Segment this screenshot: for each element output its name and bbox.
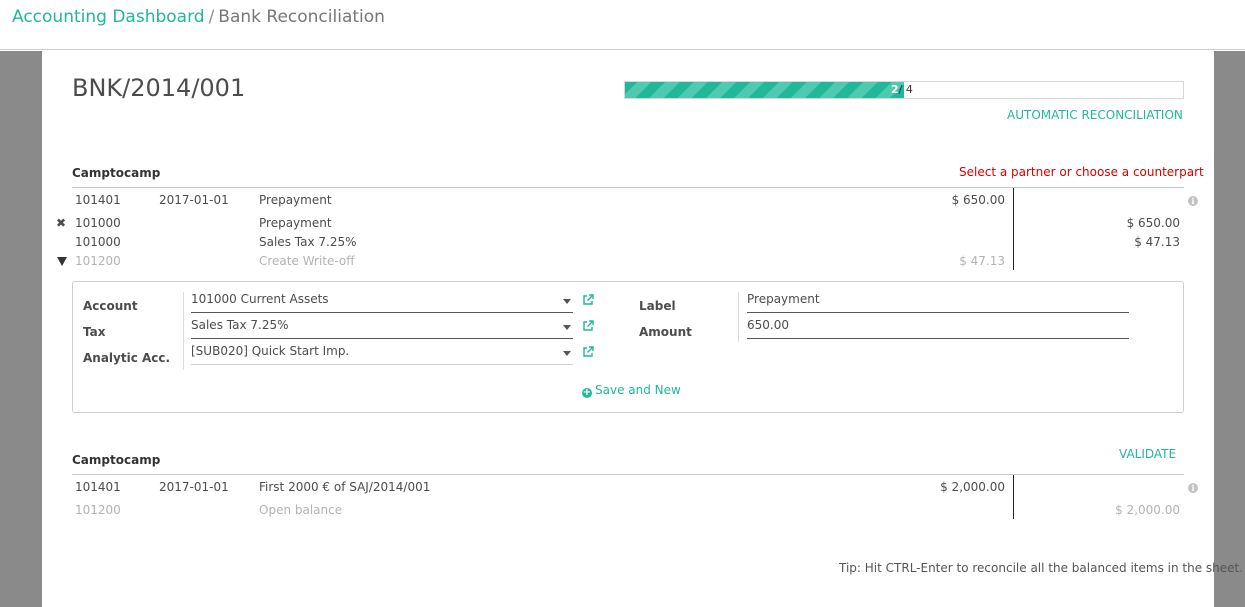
progress-sep: /: [898, 83, 903, 96]
create-writeoff-link[interactable]: Create Write-off: [259, 254, 355, 268]
save-and-new-button[interactable]: + Save and New: [582, 383, 681, 398]
line2-main-date: 2017-01-01: [159, 480, 229, 494]
progress-done: 2: [891, 83, 899, 96]
chevron-down-icon: [563, 351, 571, 356]
line1-main-account: 101401: [75, 193, 121, 207]
line1-partner[interactable]: Camptocamp: [72, 166, 160, 180]
writeoff-account[interactable]: 101200: [75, 254, 121, 268]
external-link-icon[interactable]: [582, 294, 594, 306]
external-link-icon[interactable]: [582, 320, 594, 332]
line2-divider: [72, 474, 1184, 475]
line1-row2-label[interactable]: Sales Tax 7.25%: [259, 235, 357, 249]
breadcrumb: Accounting Dashboard / Bank Reconciliation: [12, 7, 385, 27]
reconciliation-sheet: BNK/2014/001 2/ 4 AUTOMATIC RECONCILIATI…: [42, 51, 1243, 607]
line2-main-debit: $ 2,000.00: [940, 480, 1005, 494]
line2-main-label: First 2000 € of SAJ/2014/001: [259, 480, 431, 494]
analytic-account-value: [SUB020] Quick Start Imp.: [191, 344, 350, 358]
line1-row1-label[interactable]: Prepayment: [259, 216, 332, 230]
label-field-label: Label: [639, 299, 676, 313]
line1-warning: Select a partner or choose a counterpart: [959, 165, 1204, 179]
progress-total: 4: [905, 83, 913, 96]
line2-partner[interactable]: Camptocamp: [72, 453, 160, 467]
analytic-account-label: Analytic Acc.: [83, 351, 171, 365]
label-input[interactable]: Prepayment: [747, 291, 1129, 313]
breadcrumb-current: Bank Reconciliation: [218, 7, 385, 27]
reconciliation-progress-bar: 2/ 4: [624, 81, 1184, 99]
triangle-down-icon[interactable]: [57, 257, 67, 266]
info-icon[interactable]: i: [1188, 196, 1198, 206]
analytic-account-select[interactable]: [SUB020] Quick Start Imp.: [191, 343, 573, 365]
line1-main-label: Prepayment: [259, 193, 332, 207]
line1-divider: [72, 187, 1184, 188]
top-bar: Accounting Dashboard / Bank Reconciliation: [0, 0, 1245, 50]
line1-row1-credit[interactable]: $ 650.00: [1080, 216, 1180, 230]
amount-field-label: Amount: [639, 325, 692, 339]
amount-input-value: 650.00: [747, 318, 789, 332]
line2-open-credit: $ 2,000.00: [1115, 503, 1180, 517]
external-link-icon[interactable]: [582, 346, 594, 358]
line2-open-balance-label[interactable]: Open balance: [259, 503, 342, 517]
line1-balance-separator: [1013, 188, 1014, 270]
line2-balance-separator: [1013, 475, 1014, 519]
line2-open-account[interactable]: 101200: [75, 503, 121, 517]
breadcrumb-accounting-dashboard[interactable]: Accounting Dashboard: [12, 7, 205, 27]
account-select[interactable]: 101000 Current Assets: [191, 291, 573, 313]
line1-row2-credit[interactable]: $ 47.13: [1080, 235, 1180, 249]
form-separator-right: [738, 292, 739, 342]
line1-main-debit: $ 650.00: [951, 193, 1005, 207]
line1-row2-account[interactable]: 101000: [75, 235, 121, 249]
progress-text: 2/ 4: [891, 83, 913, 96]
progress-fill: [625, 82, 904, 98]
chevron-down-icon: [563, 325, 571, 330]
remove-icon[interactable]: ✖: [56, 216, 66, 230]
tax-select-value: Sales Tax 7.25%: [191, 318, 289, 332]
tax-select[interactable]: Sales Tax 7.25%: [191, 317, 573, 339]
label-input-value: Prepayment: [747, 292, 820, 306]
writeoff-debit: $ 47.13: [959, 254, 1005, 268]
amount-input[interactable]: 650.00: [747, 317, 1129, 339]
automatic-reconciliation-button[interactable]: AUTOMATIC RECONCILIATION: [1007, 108, 1183, 122]
form-separator: [183, 292, 184, 370]
plus-circle-icon: +: [582, 387, 592, 398]
line2-main-account: 101401: [75, 480, 121, 494]
writeoff-form-panel: Account 101000 Current Assets Tax Sales …: [72, 281, 1184, 413]
statement-title: BNK/2014/001: [72, 74, 246, 102]
validate-button[interactable]: VALIDATE: [1119, 447, 1176, 461]
line1-row1-account[interactable]: 101000: [75, 216, 121, 230]
info-icon[interactable]: i: [1188, 483, 1198, 493]
breadcrumb-separator: /: [208, 7, 215, 27]
chevron-down-icon: [563, 299, 571, 304]
account-select-value: 101000 Current Assets: [191, 292, 329, 306]
tax-label: Tax: [83, 325, 106, 339]
account-label: Account: [83, 299, 138, 313]
keyboard-tip: Tip: Hit CTRL-Enter to reconcile all the…: [839, 561, 1244, 575]
save-and-new-label: Save and New: [595, 383, 681, 397]
line1-main-date: 2017-01-01: [159, 193, 229, 207]
